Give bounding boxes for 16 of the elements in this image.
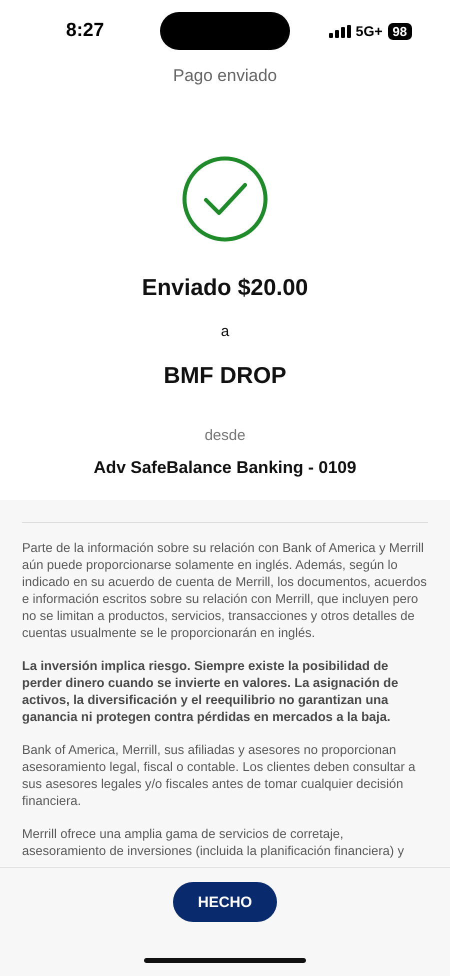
- amount-sent: Enviado $20.00: [142, 274, 308, 301]
- connector-text: a: [220, 323, 230, 340]
- disclaimer-paragraph: Bank of America, Merrill, sus afiliadas y asesores no proporcionan asesoramiento legal, fiscal o contable. Los clientes deben consultar a sus asesores legales y/o fiscales antes de tomar cualquier decisión financiera.: [22, 741, 416, 809]
- disclaimer-paragraph: La inversión implica riesgo. Siempre existe la posibilidad de perder dinero cuando se invierte en valores. La asignación de activos, la diversificación y el reequilibrio no garantizan una ganancia ni protegen contra pérdidas en mercados a la baja.: [22, 657, 400, 725]
- screen-title: Pago enviado: [172, 66, 278, 86]
- battery-level: 98: [388, 22, 412, 40]
- disclaimer-paragraph: Parte de la información sobre su relación con Bank of America y Merrill aún puede proporcionarse solamente en inglés. Además, según lo indicado en su acuerdo de cuenta de Merrill, los documentos, acuerdos e información escritos sobre su relación con Merrill, que incluyen pero no se limitan a productos, servicios, transacciones y otros detalles de cuentas usualmente se le proporcionarán en inglés.: [22, 539, 428, 641]
- network-label: 5G+: [356, 23, 383, 39]
- disclaimer-paragraph: Merrill ofrece una amplia gama de servicios de corretaje, asesoramiento de inversiones (incluida la planificación financiera) y: [22, 825, 405, 859]
- check-circle-icon: [182, 156, 268, 242]
- done-button[interactable]: HECHO: [173, 882, 277, 922]
- account-name: Adv SafeBalance Banking - 0109: [94, 458, 356, 478]
- from-label: desde: [204, 427, 246, 444]
- status-time: 8:27: [66, 20, 104, 42]
- signal-icon: [328, 24, 351, 38]
- recipient-name: BMF DROP: [164, 362, 286, 389]
